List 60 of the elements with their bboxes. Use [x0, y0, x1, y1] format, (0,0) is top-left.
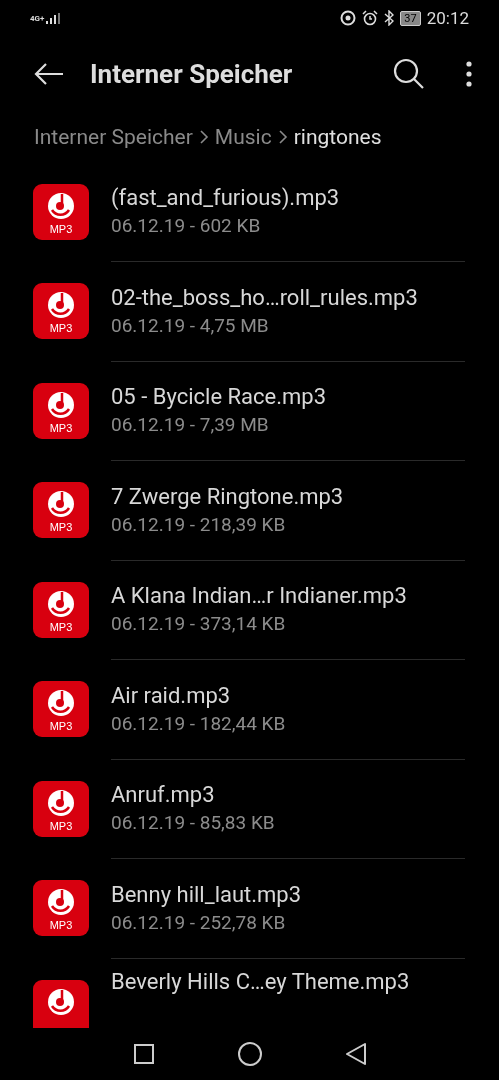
screen-title: Interner Speicher: [90, 59, 294, 89]
search-icon: [393, 58, 425, 90]
back-arrow-icon: [34, 63, 64, 85]
bluetooth-icon: [384, 10, 395, 26]
file-item[interactable]: MP3 Air raid.mp3 06.12.19 - 182,44 KB: [0, 659, 499, 759]
file-item[interactable]: MP3 02-the_boss_ho…roll_rules.mp3 06.12.19 - 4,75 MB: [0, 261, 499, 361]
audio-file-icon: [33, 979, 89, 1028]
file-details: 06.12.19 - 252,78 KB: [111, 910, 287, 934]
file-name: (fast_and_furious).mp3: [111, 185, 341, 211]
file-item[interactable]: MP3 7 Zwerge Ringtone.mp3 06.12.19 - 218,39 KB: [0, 460, 499, 560]
audio-file-icon: MP3: [33, 183, 89, 240]
signal-icon: [46, 12, 61, 24]
square-icon: [133, 1044, 154, 1064]
chevron-icon: [198, 129, 209, 145]
chevron-icon: [277, 129, 288, 145]
battery-indicator: 37: [400, 10, 421, 26]
file-details: 06.12.19 - 182,44 KB: [111, 711, 287, 735]
more-button[interactable]: [465, 61, 473, 87]
circle-icon: [237, 1042, 262, 1066]
triangle-icon: [345, 1043, 366, 1065]
more-icon: [465, 61, 473, 87]
file-item[interactable]: MP3 Benny hill_laut.mp3 06.12.19 - 252,78 KB: [0, 858, 499, 958]
recents-button[interactable]: [133, 1044, 154, 1064]
home-button[interactable]: [237, 1042, 262, 1066]
file-name: Beverly Hills C…ey Theme.mp3: [111, 969, 411, 994]
file-name: 05 - Bycicle Race.mp3: [111, 384, 328, 410]
file-item[interactable]: MP3 (fast_and_furious).mp3 06.12.19 - 602 KB: [0, 162, 499, 262]
clock: 20:12: [426, 8, 469, 28]
audio-file-icon: MP3: [33, 283, 89, 340]
breadcrumb-link[interactable]: ringtones: [293, 125, 382, 149]
audio-file-icon: MP3: [33, 880, 89, 937]
network-label: 4G+: [30, 13, 45, 23]
file-name: 7 Zwerge Ringtone.mp3: [111, 483, 345, 509]
file-name: A Klana Indian…r Indianer.mp3: [111, 583, 408, 609]
breadcrumb-link[interactable]: Music: [214, 125, 272, 149]
file-item[interactable]: MP3 A Klana Indian…r Indianer.mp3 06.12.19 - 373,14 KB: [0, 560, 499, 660]
file-details: 06.12.19 - 373,14 KB: [111, 612, 287, 636]
audio-file-icon: MP3: [33, 780, 89, 837]
file-name: Benny hill_laut.mp3: [111, 881, 303, 907]
audio-file-icon: MP3: [33, 482, 89, 539]
file-item[interactable]: Beverly Hills C…ey Theme.mp3: [0, 958, 499, 1028]
back-button[interactable]: [34, 63, 64, 85]
file-details: 06.12.19 - 218,39 KB: [111, 512, 287, 536]
back-nav-button[interactable]: [345, 1043, 366, 1065]
file-details: 06.12.19 - 4,75 MB: [111, 313, 270, 337]
file-name: Air raid.mp3: [111, 682, 232, 708]
audio-file-icon: MP3: [33, 681, 89, 738]
file-item[interactable]: MP3 Anruf.mp3 06.12.19 - 85,83 KB: [0, 759, 499, 859]
file-details: 06.12.19 - 85,83 KB: [111, 811, 276, 835]
file-item[interactable]: MP3 05 - Bycicle Race.mp3 06.12.19 - 7,39 MB: [0, 361, 499, 461]
alarm-icon: [362, 10, 379, 26]
data-saver-icon: [340, 10, 357, 26]
search-button[interactable]: [393, 58, 425, 90]
file-name: 02-the_boss_ho…roll_rules.mp3: [111, 284, 419, 310]
audio-file-icon: MP3: [33, 581, 89, 638]
file-details: 06.12.19 - 7,39 MB: [111, 413, 270, 437]
breadcrumb-link[interactable]: Interner Speicher: [34, 125, 193, 149]
file-name: Anruf.mp3: [111, 782, 216, 808]
audio-file-icon: MP3: [33, 382, 89, 439]
file-details: 06.12.19 - 602 KB: [111, 214, 262, 238]
